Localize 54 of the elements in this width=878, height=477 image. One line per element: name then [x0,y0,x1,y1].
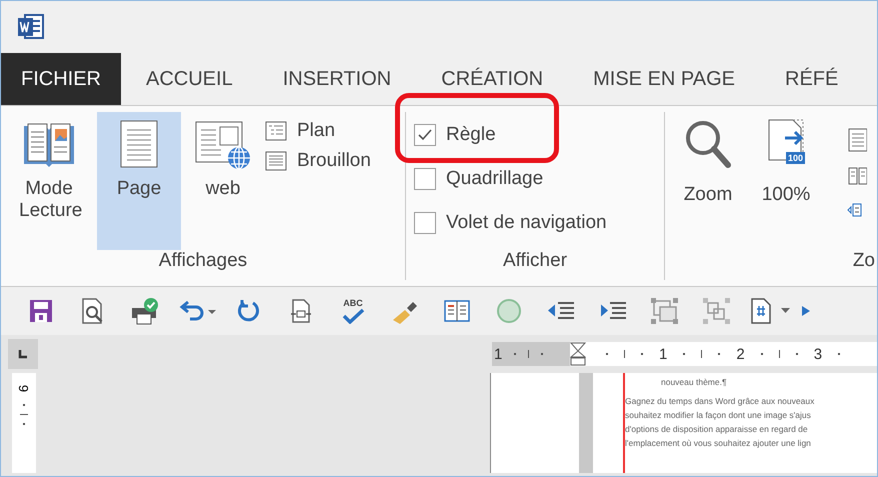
ruler-number: 9 [16,384,32,392]
ribbon-tab[interactable]: CRÉATION [416,53,568,105]
view-button[interactable]: Page [97,112,181,250]
tab-stop-icon [18,349,28,359]
redo-icon [236,298,262,324]
spelling-button[interactable]: ABC [327,291,379,331]
view-button[interactable]: Brouillon [265,150,371,172]
save-icon [28,298,54,324]
arrow-icon [802,303,810,319]
page-number-icon [749,297,793,325]
document-text: souhaitez modifier la façon dont une image s'ajus [625,409,812,422]
one-page-icon[interactable] [847,128,867,152]
tab-stop-selector[interactable] [8,339,38,369]
vertical-ruler[interactable]: 9 [12,373,36,473]
document-text: l'emplacement où vous souhaitez ajouter une lign [625,437,812,450]
word-logo-icon[interactable] [17,14,45,40]
page-frame-icon [289,298,313,324]
circle-icon [495,297,523,325]
group-label: Affichages [158,250,248,273]
ruler-number: 1 [659,346,668,362]
zoom-button[interactable]: 100 100% [755,112,817,250]
printer-check-icon [129,297,161,325]
group-objects-icon [650,297,680,325]
ruler-number: 2 [736,346,745,362]
ribbon-tab[interactable]: INSERTION [258,53,416,105]
view-button[interactable]: Mode Lecture [7,112,91,250]
ungroup-objects-icon [702,297,732,325]
document-text: Gagnez du temps dans Word grâce aux nouveaux [625,395,816,408]
checkbox[interactable] [414,124,436,146]
horizontal-ruler[interactable]: 1 1 2 3 [492,342,877,366]
document-text: d'options de disposition apparaisse en regard de [625,423,809,436]
ruler-number: 1 [494,346,502,362]
checkbox-label: Quadrillage [446,168,544,190]
group-label: Afficher [502,250,568,273]
checkbox[interactable] [414,212,436,234]
columns-icon [443,299,471,323]
checkbox-label: Règle [446,124,496,146]
zoom-button[interactable]: Zoom [677,112,739,250]
multiple-pages-icon[interactable] [847,166,867,186]
checkbox[interactable] [414,168,436,190]
document-text: nouveau thème.¶ [660,376,728,389]
file-tab[interactable]: FICHIER [1,53,121,105]
view-button[interactable]: Plan [265,120,371,142]
outline-icon [265,121,287,141]
view-button[interactable]: web [187,112,259,250]
ribbon-tab[interactable]: ACCUEIL [121,53,258,105]
checkbox-label: Volet de navigation [446,212,607,234]
indent-marker-icon[interactable] [570,342,586,366]
ribbon-tab[interactable]: MISE EN PAGE [568,53,760,105]
ribbon-tab[interactable]: RÉFÉ [760,53,864,105]
ruler-number: 3 [814,346,822,362]
group-label: Zo [852,250,876,273]
check-icon [417,128,433,142]
draft-icon [265,151,287,171]
